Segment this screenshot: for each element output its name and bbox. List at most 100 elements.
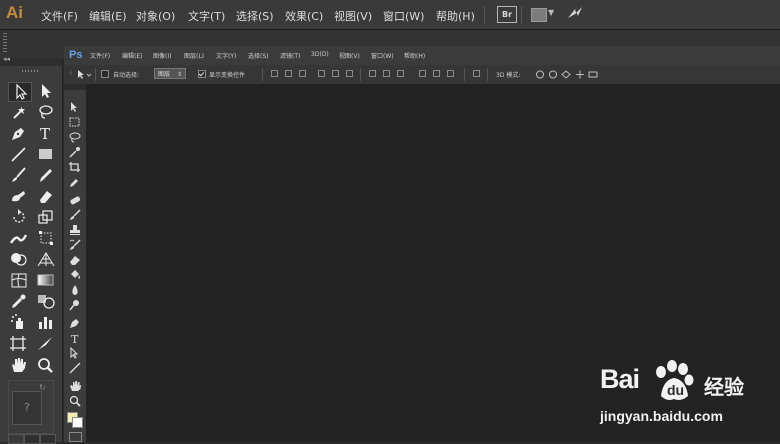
ai-menu-select[interactable]: 选择(S) bbox=[236, 8, 274, 24]
ps-clone-stamp-icon[interactable] bbox=[68, 224, 82, 236]
ps-quick-mask-icon[interactable] bbox=[69, 432, 82, 442]
distribute-left-icon[interactable] bbox=[419, 70, 426, 77]
ps-marquee-icon[interactable] bbox=[68, 116, 82, 128]
ps-toolbox-header[interactable] bbox=[64, 84, 86, 90]
mesh-icon[interactable] bbox=[8, 271, 30, 289]
direct-selection-icon[interactable] bbox=[35, 82, 57, 100]
scale-icon[interactable] bbox=[35, 208, 57, 226]
ps-menu-image[interactable]: 图像(I) bbox=[153, 51, 171, 60]
ps-brush-icon[interactable] bbox=[68, 209, 82, 221]
ps-background-color-swatch[interactable] bbox=[72, 417, 83, 428]
ps-blur-icon[interactable] bbox=[68, 284, 82, 296]
move-tool-preset-icon[interactable] bbox=[76, 69, 92, 80]
ps-path-selection-icon[interactable] bbox=[68, 347, 82, 359]
auto-select-checkbox[interactable] bbox=[101, 70, 109, 78]
ps-menu-type[interactable]: 文字(Y) bbox=[216, 51, 236, 60]
ps-menu-filter[interactable]: 滤镜(T) bbox=[280, 51, 300, 60]
control-panel-grip[interactable] bbox=[3, 33, 7, 53]
distribute-top-icon[interactable] bbox=[369, 70, 376, 77]
ps-history-brush-icon[interactable] bbox=[68, 239, 82, 251]
ps-line-icon[interactable] bbox=[68, 362, 82, 374]
auto-align-layers-icon[interactable] bbox=[473, 70, 480, 77]
blend-icon[interactable] bbox=[35, 292, 57, 310]
rotate-icon[interactable] bbox=[8, 208, 30, 226]
bridge-button[interactable]: Br bbox=[497, 6, 517, 23]
ps-type-icon[interactable]: T bbox=[68, 332, 82, 344]
align-bottom-icon[interactable] bbox=[299, 70, 306, 77]
lasso-icon[interactable] bbox=[35, 103, 57, 121]
pen-icon[interactable] bbox=[8, 124, 30, 142]
width-icon[interactable] bbox=[8, 229, 30, 247]
ai-menu-help[interactable]: 帮助(H) bbox=[436, 8, 475, 24]
chevron-down-icon[interactable]: ▼ bbox=[548, 8, 554, 17]
toolbox-header[interactable]: ◂◂ bbox=[0, 55, 62, 66]
ai-menu-effect[interactable]: 效果(C) bbox=[285, 8, 323, 24]
ps-menu-help[interactable]: 帮助(H) bbox=[404, 51, 425, 60]
ps-healing-brush-icon[interactable] bbox=[68, 194, 82, 206]
options-grip[interactable]: ⁞ bbox=[70, 70, 72, 77]
ps-menu-select[interactable]: 选择(S) bbox=[248, 51, 269, 60]
ps-eraser-icon[interactable] bbox=[68, 254, 82, 266]
ps-lasso-icon[interactable] bbox=[68, 131, 82, 143]
blob-brush-icon[interactable] bbox=[8, 187, 30, 205]
gradient-icon[interactable] bbox=[35, 271, 57, 289]
ps-menu-file[interactable]: 文件(F) bbox=[90, 51, 110, 60]
align-horizontal-center-icon[interactable] bbox=[332, 70, 339, 77]
ai-menu-object[interactable]: 对象(O) bbox=[136, 8, 175, 24]
selection-icon[interactable] bbox=[8, 82, 32, 102]
ai-menu-edit[interactable]: 编辑(E) bbox=[89, 8, 127, 24]
ps-menu-view[interactable]: 视图(V) bbox=[339, 51, 360, 60]
ps-hand-icon[interactable] bbox=[68, 380, 82, 392]
arrange-documents-icon[interactable] bbox=[531, 8, 547, 22]
distribute-vertical-center-icon[interactable] bbox=[383, 70, 390, 77]
paintbrush-icon[interactable] bbox=[8, 166, 30, 184]
ps-quick-selection-icon[interactable] bbox=[68, 146, 82, 158]
shape-builder-icon[interactable] bbox=[8, 250, 30, 268]
pencil-icon[interactable] bbox=[35, 166, 57, 184]
zoom-icon[interactable] bbox=[35, 356, 57, 374]
free-transform-icon[interactable] bbox=[35, 229, 57, 247]
fill-stroke-area[interactable]: ↻ ? bbox=[8, 380, 54, 434]
none-mode-button[interactable] bbox=[40, 434, 56, 444]
align-left-icon[interactable] bbox=[318, 70, 325, 77]
ps-menu-window[interactable]: 窗口(W) bbox=[371, 51, 394, 60]
artboard-icon[interactable] bbox=[8, 334, 30, 352]
align-right-icon[interactable] bbox=[346, 70, 353, 77]
gradient-mode-button[interactable] bbox=[24, 434, 40, 444]
auto-select-dropdown[interactable]: 图层 ⇕ bbox=[154, 68, 186, 79]
line-segment-icon[interactable] bbox=[8, 145, 30, 163]
ai-menu-file[interactable]: 文件(F) bbox=[41, 8, 78, 24]
collapse-icon[interactable]: ◂◂ bbox=[3, 55, 10, 63]
ps-move-icon[interactable] bbox=[68, 101, 82, 113]
distribute-horizontal-center-icon[interactable] bbox=[433, 70, 440, 77]
ps-zoom-icon[interactable] bbox=[68, 395, 82, 407]
ps-menu-3d[interactable]: 3D(D) bbox=[311, 51, 329, 58]
magic-wand-icon[interactable] bbox=[8, 103, 30, 121]
align-top-icon[interactable] bbox=[271, 70, 278, 77]
perspective-grid-icon[interactable] bbox=[35, 250, 57, 268]
type-icon[interactable]: T bbox=[35, 124, 57, 142]
help-button[interactable]: ? bbox=[12, 391, 42, 425]
symbol-sprayer-icon[interactable] bbox=[8, 313, 30, 331]
eyedropper-icon[interactable] bbox=[8, 292, 30, 310]
column-graph-icon[interactable] bbox=[35, 313, 57, 331]
show-transform-checkbox[interactable] bbox=[198, 70, 206, 78]
ai-menu-window[interactable]: 窗口(W) bbox=[383, 8, 424, 24]
ps-paint-bucket-icon[interactable] bbox=[68, 269, 82, 281]
ps-menu-layer[interactable]: 图层(L) bbox=[184, 51, 204, 60]
slice-icon[interactable] bbox=[35, 334, 57, 352]
ps-pen-icon[interactable] bbox=[68, 317, 82, 329]
eraser-icon[interactable] bbox=[35, 187, 57, 205]
brush-stroke-icon[interactable] bbox=[565, 4, 585, 24]
align-vertical-center-icon[interactable] bbox=[285, 70, 292, 77]
ps-eyedropper-icon[interactable] bbox=[68, 176, 82, 188]
toolbox-grip[interactable] bbox=[22, 70, 40, 72]
ps-crop-icon[interactable] bbox=[68, 161, 82, 173]
ai-menu-view[interactable]: 视图(V) bbox=[334, 8, 372, 24]
distribute-bottom-icon[interactable] bbox=[397, 70, 404, 77]
ps-menu-edit[interactable]: 编辑(E) bbox=[122, 51, 142, 60]
hand-icon[interactable] bbox=[8, 356, 30, 374]
ai-menu-type[interactable]: 文字(T) bbox=[188, 8, 225, 24]
distribute-right-icon[interactable] bbox=[447, 70, 454, 77]
color-mode-button[interactable] bbox=[8, 434, 24, 444]
